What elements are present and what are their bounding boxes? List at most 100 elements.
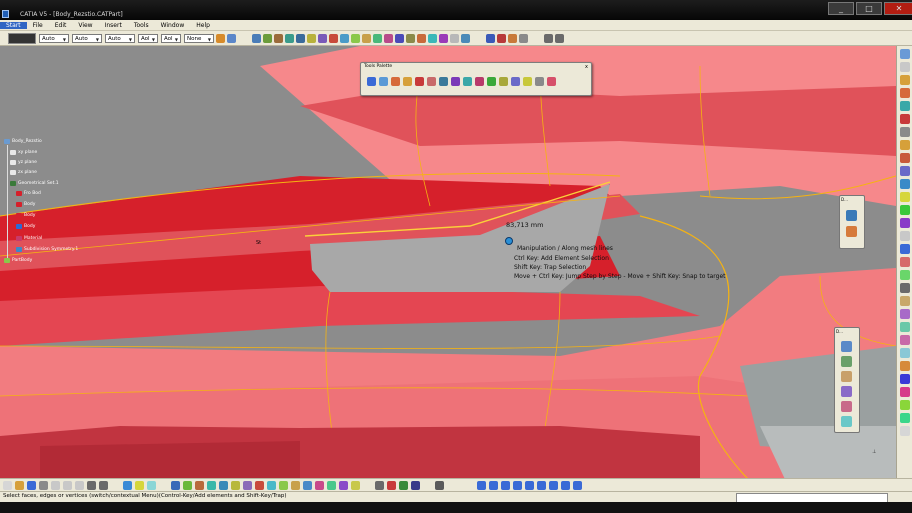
swap-space-icon[interactable]	[362, 33, 371, 43]
hide-show-icon[interactable]	[279, 481, 288, 490]
fillet-icon[interactable]	[900, 348, 910, 358]
mesh-icon[interactable]	[841, 416, 852, 427]
surface-icon[interactable]	[384, 33, 393, 43]
edge-icon[interactable]	[900, 179, 910, 189]
fit-all-icon[interactable]	[252, 33, 261, 43]
mesh-icon[interactable]	[395, 33, 404, 43]
zoom-out-icon[interactable]	[219, 481, 228, 490]
line-thickness-combo[interactable]: Auto ▼	[72, 33, 102, 43]
undo-icon[interactable]	[544, 33, 553, 43]
analysis-icon[interactable]	[387, 481, 396, 490]
tree-node-yz-plane[interactable]: yz plane	[10, 160, 37, 165]
symmetry-icon[interactable]	[417, 33, 426, 43]
vertex-icon[interactable]	[841, 386, 852, 397]
face-select-icon[interactable]	[379, 77, 388, 86]
scale-icon[interactable]	[427, 77, 436, 86]
loft-icon[interactable]	[900, 426, 910, 436]
tree-node-body-3[interactable]: Body	[16, 213, 35, 218]
minimize-button[interactable]: _	[828, 2, 854, 15]
fill-color-swatch[interactable]	[8, 32, 36, 44]
mesh-icon[interactable]	[900, 101, 910, 111]
palette-close-button[interactable]: x	[585, 64, 588, 70]
render-icon[interactable]	[900, 244, 910, 254]
section-icon[interactable]	[411, 481, 420, 490]
layer-icon[interactable]	[573, 481, 582, 490]
vertex-icon[interactable]	[439, 33, 448, 43]
measure-icon[interactable]	[486, 33, 495, 43]
isolate-icon[interactable]	[523, 77, 532, 86]
extrude-icon[interactable]	[461, 33, 470, 43]
floating-palette-2[interactable]: D...	[834, 327, 860, 433]
manipulator-icon[interactable]	[451, 77, 460, 86]
menu-tools[interactable]: Tools	[128, 22, 155, 29]
face-icon[interactable]	[450, 33, 459, 43]
floating-palette-1[interactable]: D...	[839, 195, 865, 249]
tree-node-zx-plane[interactable]: zx plane	[10, 170, 37, 175]
move-icon[interactable]	[415, 77, 424, 86]
plane-palette-icon[interactable]	[499, 77, 508, 86]
camera-icon[interactable]	[435, 481, 444, 490]
view-cube-icon[interactable]	[535, 77, 544, 86]
normal-view-icon[interactable]	[307, 33, 316, 43]
measure-icon[interactable]	[900, 127, 910, 137]
layer-icon[interactable]	[513, 481, 522, 490]
redo-icon[interactable]	[99, 481, 108, 490]
properties-icon[interactable]	[227, 33, 236, 43]
zoom-in-icon[interactable]	[285, 33, 294, 43]
layer-icon[interactable]	[489, 481, 498, 490]
light-icon[interactable]	[327, 481, 336, 490]
environment-icon[interactable]	[351, 481, 360, 490]
attract-icon[interactable]	[475, 77, 484, 86]
layer-icon[interactable]	[525, 481, 534, 490]
undo-icon[interactable]	[87, 481, 96, 490]
zoom-out-icon[interactable]	[296, 33, 305, 43]
edge-select-icon[interactable]	[391, 77, 400, 86]
snap-palette-icon[interactable]	[487, 77, 496, 86]
menu-help[interactable]: Help	[190, 22, 216, 29]
sweep-icon[interactable]	[900, 413, 910, 423]
layer-icon[interactable]	[537, 481, 546, 490]
tree-node-xy-plane[interactable]: xy plane	[10, 150, 37, 155]
multi-view-icon[interactable]	[318, 33, 327, 43]
sketch-icon[interactable]	[373, 33, 382, 43]
symmetry-icon[interactable]	[900, 140, 910, 150]
menu-start[interactable]: Start	[0, 21, 27, 29]
material-icon[interactable]	[900, 257, 910, 267]
paste-icon[interactable]	[75, 481, 84, 490]
layer-icon[interactable]	[501, 481, 510, 490]
rotate-handle-icon[interactable]	[439, 77, 448, 86]
perspective-icon[interactable]	[315, 481, 324, 490]
swap-space-icon[interactable]	[291, 481, 300, 490]
mirror-icon[interactable]	[511, 77, 520, 86]
vertex-select-icon[interactable]	[403, 77, 412, 86]
tree-node-material[interactable]: Material	[16, 236, 42, 241]
line-type-combo[interactable]: Auto ▼	[105, 33, 135, 43]
material-icon[interactable]	[339, 481, 348, 490]
tree-node-body-2[interactable]: Body	[16, 202, 35, 207]
surface-icon[interactable]	[841, 341, 852, 352]
sketch-icon[interactable]	[900, 75, 910, 85]
zoom-in-icon[interactable]	[207, 481, 216, 490]
analysis-icon[interactable]	[497, 33, 506, 43]
join-icon[interactable]	[900, 374, 910, 384]
mirror-icon[interactable]	[900, 218, 910, 228]
shading-icon[interactable]	[267, 481, 276, 490]
subdivision-icon[interactable]	[900, 153, 910, 163]
compass-icon[interactable]	[463, 77, 472, 86]
tools-palette[interactable]: Tools Palette x	[360, 62, 592, 96]
tree-node-subdivision[interactable]: Subdivision Symmetry.1	[16, 247, 78, 252]
camera-icon[interactable]	[900, 283, 910, 293]
point-type-combo[interactable]: Aol ▼	[161, 33, 181, 43]
fit-all-icon[interactable]	[171, 481, 180, 490]
save-icon[interactable]	[27, 481, 36, 490]
3d-viewport[interactable]	[0, 46, 896, 490]
open-icon[interactable]	[15, 481, 24, 490]
menu-file[interactable]: File	[27, 22, 49, 29]
edge-icon[interactable]	[841, 371, 852, 382]
render-style-icon[interactable]	[303, 481, 312, 490]
snap-icon[interactable]	[519, 33, 528, 43]
menu-edit[interactable]: Edit	[49, 22, 73, 29]
hide-show-icon[interactable]	[351, 33, 360, 43]
redo-icon[interactable]	[555, 33, 564, 43]
iso-view-icon[interactable]	[255, 481, 264, 490]
